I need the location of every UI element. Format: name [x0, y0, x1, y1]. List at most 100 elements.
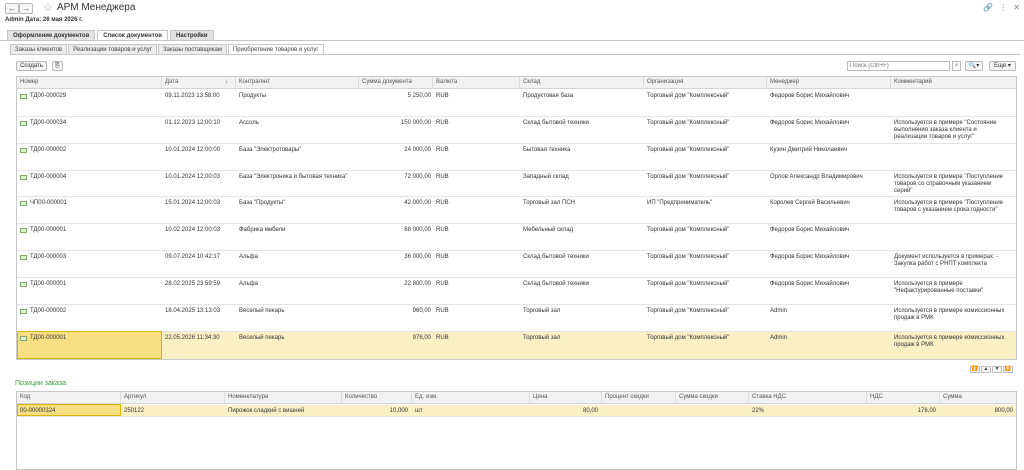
cell-contractor: База "Электроника и бытовая техника" [239, 174, 348, 180]
cell-sum: 42 000,00 [404, 200, 431, 206]
cell-warehouse: Торговый зал ПСН [523, 200, 576, 206]
table-row[interactable]: ЧП00-000001 15.01.2024 12:00:03 База "Прод… [17, 197, 1016, 224]
cell-sum: 36 000,00 [404, 254, 431, 260]
cell-date: 15.01.2024 12:00:03 [165, 200, 221, 206]
document-icon [20, 121, 27, 126]
col-header[interactable]: Валюта [433, 77, 520, 89]
col-header-label: Организация [647, 79, 684, 85]
cell-warehouse: Бытовая техника [523, 147, 571, 153]
cell-name: Пирожок сладкий с вишней [228, 408, 305, 414]
col-header[interactable]: Менеджер [767, 77, 891, 89]
document-icon [20, 228, 27, 233]
cell-org: Торговый дом "Комплексный" [647, 93, 730, 99]
cell-comment: Используется в примере "Поступление това… [894, 200, 1004, 213]
cell-vat: 176,00 [917, 408, 936, 414]
col-header-label: Контрагент [239, 79, 271, 85]
back-arrow-icon[interactable]: ← [5, 3, 19, 14]
cell-date: 28.02.2025 23:59:59 [165, 281, 221, 287]
clear-icon[interactable]: × [952, 61, 961, 71]
col-header[interactable]: Ставка НДС [749, 392, 867, 404]
col-header-label: Ед. изм. [415, 394, 438, 400]
table-header: Код Артикул Номенклатура Количество Ед. … [17, 392, 1016, 404]
col-header[interactable]: Цена [530, 392, 602, 404]
first-row-icon[interactable]: ⏫ [970, 366, 980, 373]
col-header[interactable]: Сумма скидки [676, 392, 749, 404]
col-header[interactable]: Сумма документа [359, 77, 433, 89]
table-row[interactable]: ТД00-000001 22.05.2026 11:34:30 Веселый пе… [17, 331, 1016, 359]
col-header[interactable]: Ед. изм. [412, 392, 530, 404]
cell-num: ТД00-000003 [30, 254, 67, 260]
cell-cur: RUB [436, 93, 449, 99]
col-header[interactable]: Комментарий [891, 77, 1016, 89]
col-header[interactable]: Организация [644, 77, 767, 89]
col-header[interactable]: НДС [867, 392, 940, 404]
cell-date: 10.02.2024 12:00:03 [165, 227, 221, 233]
col-header[interactable]: Процент скидки [602, 392, 676, 404]
col-header[interactable]: Номер [17, 77, 162, 89]
cell-sum: 976,00 [412, 335, 431, 341]
cell-org: ИП "Предприниматель" [647, 200, 713, 206]
cell-sum: 150 000,00 [400, 120, 431, 126]
table-row[interactable]: ТД00-000001 10.02.2024 12:00:03 Фабрика ме… [17, 224, 1016, 251]
table-row[interactable]: ТД00-000001 28.02.2025 23:59:59 Альфа 22 80… [17, 278, 1016, 305]
more-vertical-icon[interactable]: ⋮ [999, 3, 1007, 12]
prev-row-icon[interactable]: ▲ [981, 366, 991, 373]
last-row-icon[interactable]: ⏬ [1003, 366, 1013, 373]
col-header-label: НДС [870, 394, 883, 400]
col-header[interactable]: Количество [342, 392, 412, 404]
favorite-star-icon[interactable]: ☆ [43, 1, 53, 14]
cell-warehouse: Мебельный склад [523, 227, 574, 233]
cell-warehouse: Продуктовая база [523, 93, 574, 99]
search-icon[interactable]: 🔍▾ [965, 61, 983, 71]
table-row[interactable]: ТД00-000004 10.01.2024 12:00:03 База "Элек… [17, 171, 1016, 197]
search-input[interactable] [847, 61, 950, 71]
table-row[interactable]: ТД00-000003 09.07.2024 10:42:17 Альфа 36 00… [17, 251, 1016, 278]
cell-sum: 68 000,00 [404, 227, 431, 233]
copy-icon[interactable]: ⎘ [52, 61, 63, 71]
link-icon[interactable]: 🔗 [983, 3, 993, 12]
cell-manager: Орлов Александр Владимирович [770, 174, 863, 180]
more-label: Еще [994, 63, 1007, 69]
document-icon [20, 309, 27, 314]
col-header[interactable]: Сумма [940, 392, 1016, 404]
col-header[interactable]: Артикул [121, 392, 225, 404]
col-header[interactable]: Код [17, 392, 121, 404]
cell-contractor: Ассоль [239, 120, 259, 126]
cell-manager: Кузин Дмитрий Николаевич [770, 147, 847, 153]
cell-org: Торговый дом "Комплексный" [647, 281, 730, 287]
cell-date: 18.04.2025 13:13:03 [165, 308, 221, 314]
cell-contractor: Фабрика мебели [239, 227, 286, 233]
col-header-label: Дата [165, 79, 179, 85]
more-button[interactable]: Еще ▾ [989, 61, 1016, 71]
col-header-label: Артикул [124, 394, 147, 400]
title-bar: ← → ☆ АРМ Менеджера 🔗 ⋮ ✕ [0, 0, 1024, 16]
table-row[interactable]: ТД00-000029 09.11.2023 13:58:00 Продукты 5 … [17, 90, 1016, 117]
cell-qty: 10,000 [389, 408, 408, 414]
create-button[interactable]: Создать [16, 61, 47, 71]
table-row[interactable]: ТД00-000002 10.01.2024 12:00:00 База "Элек… [17, 144, 1016, 171]
table-row[interactable]: ТД00-000034 01.12.2023 12:00:10 Ассоль 150 … [17, 117, 1016, 144]
col-header[interactable]: Контрагент [236, 77, 359, 89]
cell-cur: RUB [436, 227, 449, 233]
cell-comment: Используется в примере "Состояние выполн… [894, 120, 997, 140]
cell-sum: 22 800,00 [404, 281, 431, 287]
table-header: Номер Дата Контрагент Сумма документа Ва… [17, 77, 1016, 89]
table-row[interactable]: ТД00-000002 18.04.2025 13:13:03 Веселый пе… [17, 305, 1016, 332]
documents-table[interactable]: Номер Дата Контрагент Сумма документа Ва… [16, 76, 1017, 360]
document-icon [20, 148, 27, 153]
cell-sum: 24 000,00 [404, 147, 431, 153]
cell-date: 09.11.2023 13:58:00 [165, 93, 220, 99]
cell-date: 22.05.2026 11:34:30 [165, 335, 220, 341]
next-row-icon[interactable]: ▼ [992, 366, 1002, 373]
table-row[interactable]: 00-00000324 250122 Пирожок сладкий с вишне… [17, 404, 1016, 417]
cell-warehouse: Торговый зал [523, 308, 561, 314]
positions-table[interactable]: Код Артикул Номенклатура Количество Ед. … [16, 391, 1017, 470]
divider [10, 54, 1020, 55]
col-header[interactable]: Склад [520, 77, 644, 89]
forward-arrow-icon[interactable]: → [19, 3, 33, 14]
document-icon [20, 282, 27, 287]
cell-cur: RUB [436, 281, 449, 287]
close-icon[interactable]: ✕ [1013, 3, 1020, 12]
cell-org: Торговый дом "Комплексный" [647, 147, 730, 153]
col-header[interactable]: Номенклатура [225, 392, 342, 404]
